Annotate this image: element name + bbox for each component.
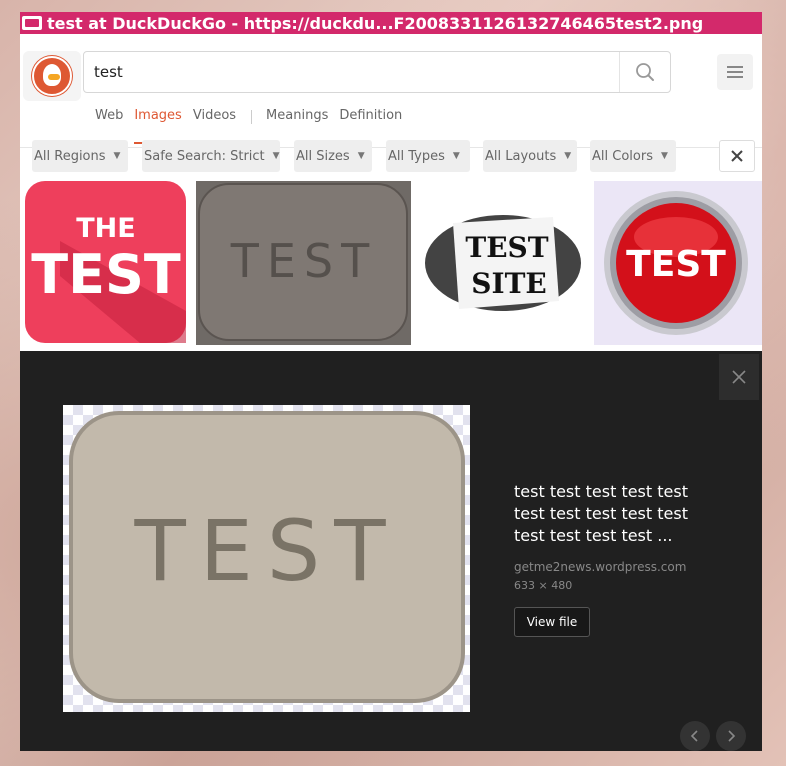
preview-text: TEST [133,502,399,600]
filter-label: All Colors [592,148,653,164]
close-icon [732,370,746,384]
app-icon [22,16,42,30]
window-title: test at DuckDuckGo - https://duckdu...F2… [47,13,704,33]
thumbnail-image: TEST [196,181,411,345]
filter-colors[interactable]: All Colors ▼ [590,140,676,172]
image-result-selected[interactable]: TEST [196,181,411,345]
filter-label: All Sizes [296,148,350,164]
browser-window: test at DuckDuckGo - https://duckdu...F2… [20,12,762,751]
thumbnail-text: TEST [230,234,377,288]
preview-image: TEST [69,411,465,703]
image-results: THE TEST TEST TEST SITE TEST [20,176,762,351]
caret-down-icon: ▼ [113,151,121,161]
chevron-left-icon [690,730,698,742]
view-file-button[interactable]: View file [514,607,590,637]
duck-icon [32,56,72,96]
filter-safe-search[interactable]: Safe Search: Strict ▼ [142,140,280,172]
caret-down-icon: ▼ [660,151,668,161]
hamburger-icon [727,66,743,78]
image-result[interactable]: THE TEST [20,181,190,345]
filter-label: All Layouts [485,148,557,164]
image-title[interactable]: test test test test test test test test … [514,481,714,547]
caret-down-icon: ▼ [357,151,365,161]
filter-regions[interactable]: All Regions ▼ [32,140,128,172]
filter-sizes[interactable]: All Sizes ▼ [294,140,372,172]
detail-close-button[interactable] [719,354,759,400]
caret-down-icon: ▼ [564,151,572,161]
image-source-link[interactable]: getme2news.wordpress.com [514,560,686,574]
image-dimensions: 633 × 480 [514,579,573,592]
duckduckgo-logo[interactable] [23,51,81,101]
thumbnail-text: TEST [465,231,548,264]
thumbnail-text: SITE [471,267,547,300]
search-box [83,51,671,93]
filter-types[interactable]: All Types ▼ [386,140,470,172]
menu-button[interactable] [717,54,753,90]
thumbnail-image: TEST SITE [425,215,581,311]
tab-divider [251,110,253,124]
filter-label: All Regions [34,148,106,164]
chevron-right-icon [728,730,736,742]
image-preview[interactable]: TEST [63,405,470,712]
search-input[interactable] [84,52,620,92]
filter-bar: All Regions ▼ Safe Search: Strict ▼ All Si… [20,136,762,176]
caret-down-icon: ▼ [452,151,460,161]
search-button[interactable] [619,52,670,92]
image-result[interactable]: TEST [594,181,762,345]
previous-image-button[interactable] [680,721,710,751]
thumbnail-image: THE TEST [25,181,186,343]
filter-label: Safe Search: Strict [144,148,265,164]
filter-layouts[interactable]: All Layouts ▼ [483,140,577,172]
thumbnail-image: TEST [604,191,748,335]
next-image-button[interactable] [716,721,746,751]
close-icon [731,150,743,162]
filter-label: All Types [388,148,445,164]
caret-down-icon: ▼ [272,151,280,161]
search-icon [636,63,654,81]
search-header: Web Images Videos Meanings Definition [20,34,762,148]
thumbnail-text: TEST [31,243,181,306]
thumbnail-text: TEST [626,244,726,285]
thumbnail-text: THE [76,213,135,244]
image-result[interactable]: TEST SITE [421,181,586,345]
title-bar: test at DuckDuckGo - https://duckdu...F2… [20,12,762,34]
close-filters-button[interactable] [719,140,755,172]
image-detail-panel: TEST test test test test test test test … [20,351,762,751]
